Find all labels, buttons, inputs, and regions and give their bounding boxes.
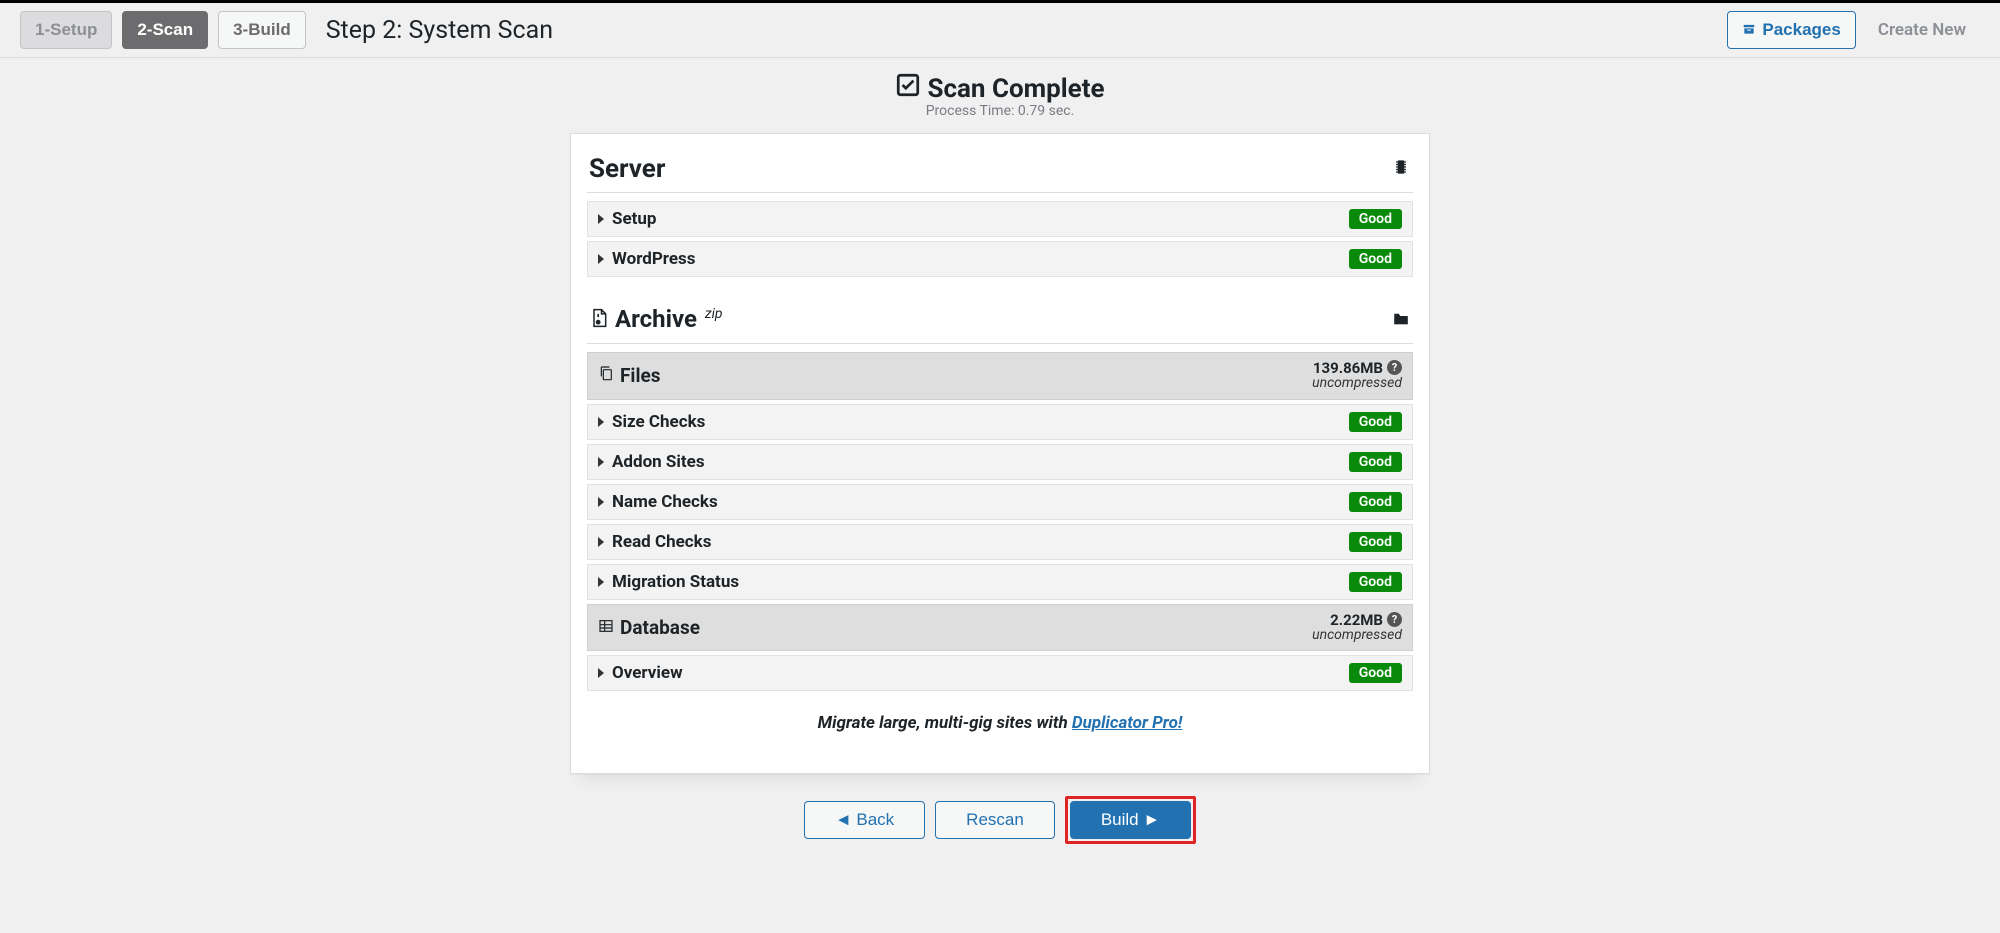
caret-right-icon (598, 214, 604, 224)
addon-sites-label: Addon Sites (612, 452, 705, 472)
step-3-build[interactable]: 3-Build (218, 11, 306, 49)
scan-row-overview[interactable]: Overview Good (587, 655, 1413, 691)
back-button[interactable]: ◄ Back (804, 801, 925, 839)
build-button[interactable]: Build ► (1070, 801, 1191, 839)
file-archive-icon (589, 307, 609, 335)
step-1-setup[interactable]: 1-Setup (20, 11, 112, 49)
page-header: 1-Setup 2-Scan 3-Build Step 2: System Sc… (0, 3, 2000, 58)
header-right: Packages Create New (1727, 11, 1980, 49)
server-section-heading: Server (587, 148, 1413, 193)
main-content: Scan Complete Process Time: 0.79 sec. Se… (0, 58, 2000, 844)
files-size: 139.86MB (1313, 360, 1383, 377)
step-title: Step 2: System Scan (326, 16, 553, 45)
promo-prefix: Migrate large, multi-gig sites with (818, 713, 1072, 733)
caret-right-icon (598, 457, 604, 467)
packages-button[interactable]: Packages (1727, 11, 1855, 49)
promo-text: Migrate large, multi-gig sites with Dupl… (587, 713, 1413, 733)
help-icon[interactable]: ? (1387, 612, 1402, 627)
files-uncompressed: uncompressed (1312, 375, 1402, 391)
scan-row-read-checks[interactable]: Read Checks Good (587, 524, 1413, 560)
scan-row-wordpress[interactable]: WordPress Good (587, 241, 1413, 277)
files-label: Files (620, 364, 661, 387)
zip-label: zip (705, 306, 723, 322)
create-new-label: Create New (1864, 12, 1980, 48)
status-badge: Good (1349, 209, 1402, 229)
setup-label: Setup (612, 209, 656, 229)
caret-right-icon (598, 537, 604, 547)
archive-heading-left: Archive zip (589, 305, 723, 335)
status-badge: Good (1349, 572, 1402, 592)
status-badge: Good (1349, 663, 1402, 683)
packages-label: Packages (1762, 20, 1840, 40)
status-badge: Good (1349, 532, 1402, 552)
scan-row-addon-sites[interactable]: Addon Sites Good (587, 444, 1413, 480)
copy-icon (598, 364, 614, 387)
overview-label: Overview (612, 663, 683, 683)
scan-row-setup[interactable]: Setup Good (587, 201, 1413, 237)
database-subsection: Database 2.22MB ? uncompressed (587, 604, 1413, 652)
archive-section-heading: Archive zip (587, 289, 1413, 344)
caret-right-icon (598, 497, 604, 507)
caret-right-icon (598, 417, 604, 427)
step-2-scan[interactable]: 2-Scan (122, 11, 208, 49)
database-size: 2.22MB (1330, 612, 1383, 629)
database-uncompressed: uncompressed (1312, 627, 1402, 643)
files-subsection: Files 139.86MB ? uncompressed (587, 352, 1413, 400)
header-left: 1-Setup 2-Scan 3-Build Step 2: System Sc… (20, 11, 553, 49)
checkbox-checked-icon (895, 72, 921, 105)
table-icon (598, 616, 614, 639)
wordpress-label: WordPress (612, 249, 696, 269)
rescan-button[interactable]: Rescan (935, 801, 1055, 839)
read-checks-label: Read Checks (612, 532, 711, 552)
chip-icon (1391, 157, 1411, 182)
status-badge: Good (1349, 492, 1402, 512)
duplicator-pro-link[interactable]: Duplicator Pro! (1072, 713, 1182, 733)
build-highlight: Build ► (1065, 796, 1196, 844)
status-badge: Good (1349, 412, 1402, 432)
database-label: Database (620, 616, 700, 639)
status-badge: Good (1349, 249, 1402, 269)
caret-right-icon (598, 577, 604, 587)
migration-status-label: Migration Status (612, 572, 739, 592)
scan-row-name-checks[interactable]: Name Checks Good (587, 484, 1413, 520)
scan-title-text: Scan Complete (927, 74, 1104, 104)
action-buttons: ◄ Back Rescan Build ► (0, 796, 2000, 844)
scan-panel: Server Setup Good WordPress Good Archive… (570, 133, 1430, 774)
caret-right-icon (598, 254, 604, 264)
status-badge: Good (1349, 452, 1402, 472)
caret-right-icon (598, 668, 604, 678)
server-heading-label: Server (589, 154, 665, 184)
size-checks-label: Size Checks (612, 412, 705, 432)
name-checks-label: Name Checks (612, 492, 718, 512)
archive-heading-text: Archive (615, 305, 697, 333)
scan-complete-heading: Scan Complete (895, 72, 1104, 105)
process-time: Process Time: 0.79 sec. (0, 103, 2000, 119)
scan-row-size-checks[interactable]: Size Checks Good (587, 404, 1413, 440)
scan-row-migration-status[interactable]: Migration Status Good (587, 564, 1413, 600)
help-icon[interactable]: ? (1387, 360, 1402, 375)
archive-box-icon (1742, 22, 1756, 39)
folder-icon (1391, 306, 1411, 334)
